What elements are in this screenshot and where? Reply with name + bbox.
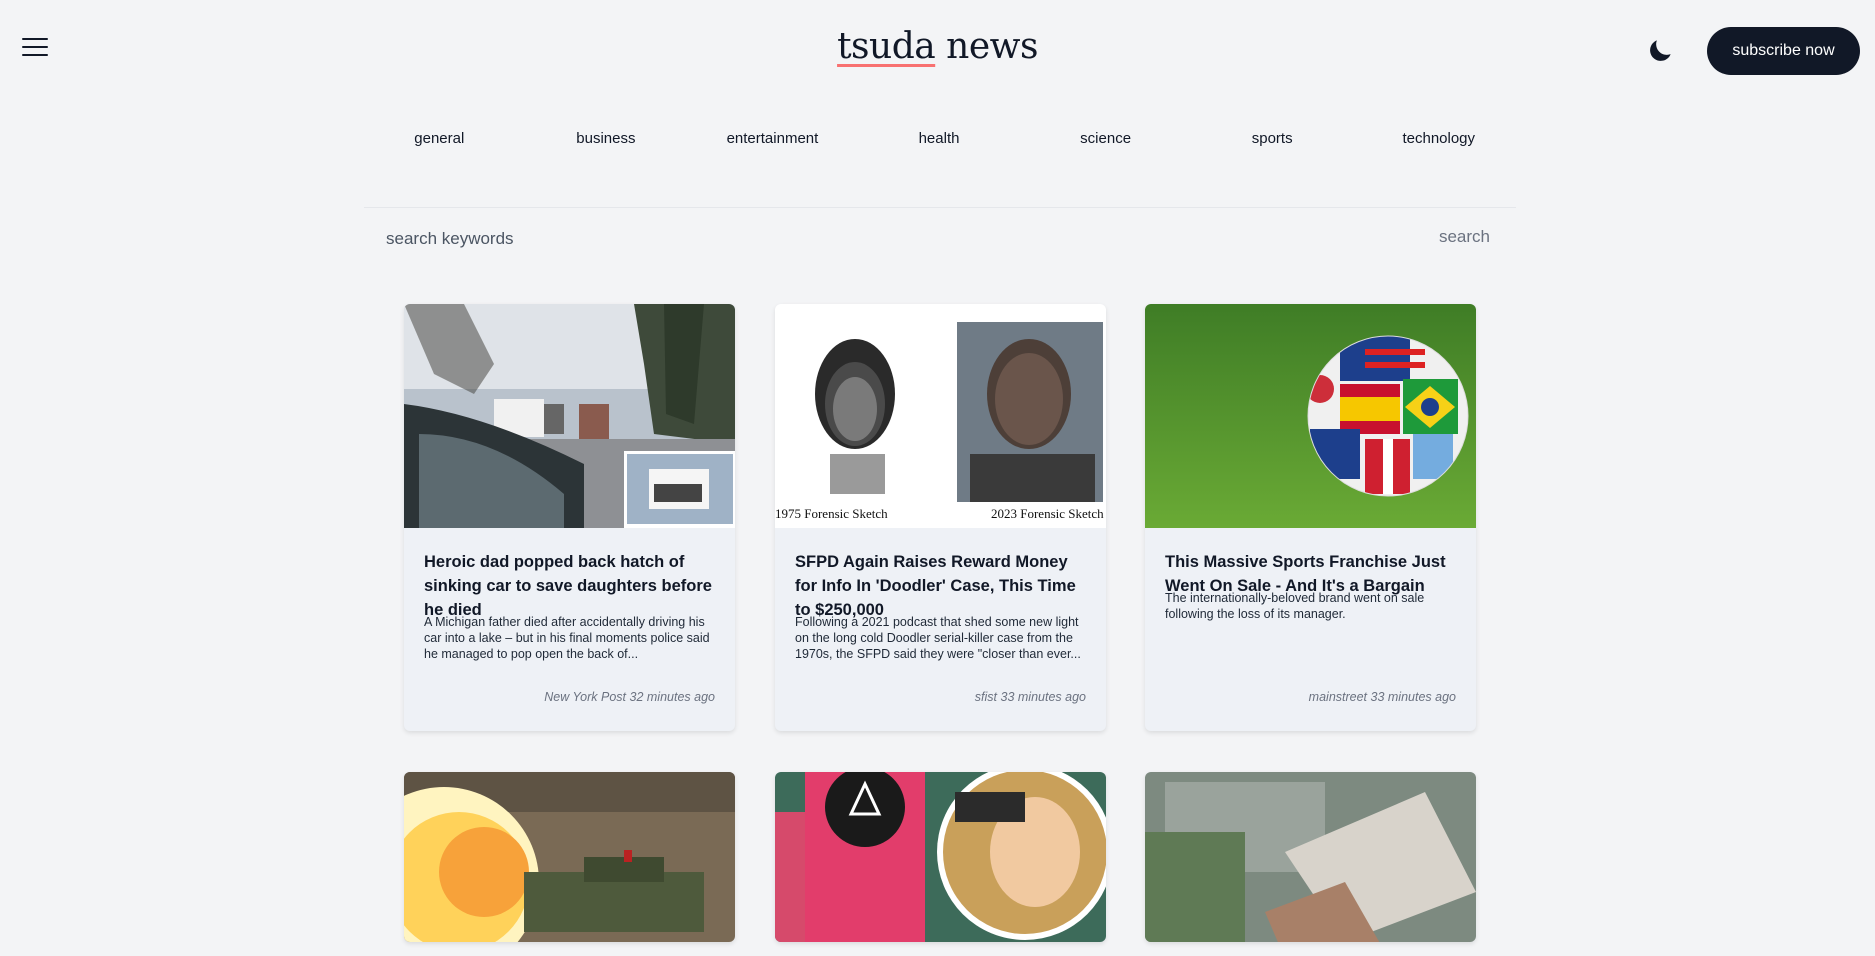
logo-first-word: tsuda	[837, 26, 936, 67]
site-logo[interactable]: tsuda news	[0, 26, 1875, 67]
article-image	[404, 304, 735, 528]
category-business[interactable]: business	[523, 130, 690, 154]
news-card[interactable]: Heroic dad popped back hatch of sinking …	[404, 304, 735, 731]
category-nav: general business entertainment health sc…	[356, 130, 1522, 154]
article-image	[1145, 772, 1476, 942]
article-image	[404, 772, 735, 942]
article-source: mainstreet	[1308, 690, 1368, 704]
article-title[interactable]: SFPD Again Raises Reward Money for Info …	[795, 550, 1090, 622]
article-meta: mainstreet 33 minutes ago	[1309, 690, 1456, 704]
category-general[interactable]: general	[356, 130, 523, 154]
moon-icon[interactable]	[1645, 36, 1675, 66]
article-title[interactable]: Heroic dad popped back hatch of sinking …	[424, 550, 719, 622]
article-image	[1145, 304, 1476, 528]
news-card[interactable]: 1975 Forensic Sketch 2023 Forensic Sketc…	[775, 304, 1106, 731]
category-science[interactable]: science	[1022, 130, 1189, 154]
article-meta: New York Post 32 minutes ago	[544, 690, 715, 704]
site-header: tsuda news subscribe now	[0, 0, 1875, 100]
category-technology[interactable]: technology	[1355, 130, 1522, 154]
news-card[interactable]	[775, 772, 1106, 942]
image-caption-1975: 1975 Forensic Sketch	[775, 506, 888, 521]
article-description: A Michigan father died after accidentall…	[424, 615, 710, 661]
subscribe-button[interactable]: subscribe now	[1707, 27, 1860, 75]
article-meta: sfist 33 minutes ago	[975, 690, 1086, 704]
category-sports[interactable]: sports	[1189, 130, 1356, 154]
article-source: New York Post	[544, 690, 627, 704]
article-time: 33 minutes ago	[1370, 690, 1456, 704]
article-source: sfist	[974, 690, 998, 704]
search-input[interactable]	[384, 226, 1288, 252]
search-bar: search	[364, 207, 1516, 266]
article-image: 1975 Forensic Sketch 2023 Forensic Sketc…	[775, 304, 1106, 528]
article-time: 33 minutes ago	[1000, 690, 1086, 704]
article-time: 32 minutes ago	[629, 690, 715, 704]
image-caption-2023: 2023 Forensic Sketch	[991, 506, 1104, 521]
article-description: The internationally-beloved brand went o…	[1165, 591, 1425, 621]
news-card[interactable]: This Massive Sports Franchise Just Went …	[1145, 304, 1476, 731]
article-image	[775, 772, 1106, 942]
article-description: Following a 2021 podcast that shed some …	[795, 615, 1081, 661]
category-entertainment[interactable]: entertainment	[689, 130, 856, 154]
news-card[interactable]	[404, 772, 735, 942]
logo-second-word: news	[935, 26, 1038, 67]
news-card[interactable]	[1145, 772, 1476, 942]
category-health[interactable]: health	[856, 130, 1023, 154]
search-button[interactable]: search	[1433, 226, 1496, 248]
